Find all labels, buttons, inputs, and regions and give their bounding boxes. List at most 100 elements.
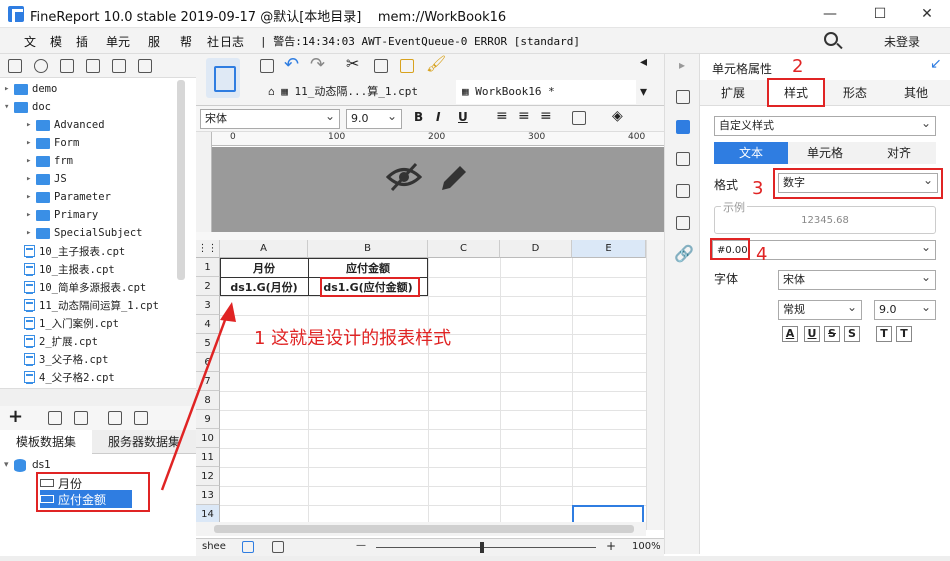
add-form-icon[interactable]	[272, 541, 284, 553]
grid-hscrollbar[interactable]	[196, 522, 646, 536]
column-header[interactable]: E	[572, 240, 646, 258]
row-header[interactable]: 1	[196, 258, 220, 277]
settings-icon[interactable]	[86, 59, 100, 73]
border-icon[interactable]	[572, 111, 586, 125]
panel-font-select[interactable]: 宋体	[778, 268, 936, 290]
tab-expand[interactable]: 扩展	[706, 80, 760, 106]
tab-workbook[interactable]: ▦ WorkBook16 *	[456, 80, 636, 104]
format-painter-icon[interactable]: 🖌	[426, 54, 446, 73]
bold-button[interactable]: B	[414, 110, 423, 124]
tree-folder[interactable]: ▸ Primary	[26, 206, 98, 224]
style-select[interactable]: 自定义样式	[714, 114, 936, 136]
copy-icon[interactable]	[138, 59, 152, 73]
maximize-button[interactable]: ☐	[865, 4, 895, 24]
refresh-icon[interactable]	[34, 59, 48, 73]
panel-font-size-select[interactable]: 9.0	[874, 298, 936, 320]
hyperlink-icon[interactable]: 🔗	[674, 244, 694, 263]
menu-file[interactable]: 文	[24, 33, 36, 50]
expand-icon[interactable]: ▸	[679, 58, 685, 72]
font-size-select[interactable]: 9.0	[346, 107, 402, 129]
widget-icon[interactable]	[676, 184, 690, 198]
shadow-button[interactable]: S	[844, 326, 860, 342]
copy-icon[interactable]	[374, 59, 388, 73]
redo-icon[interactable]: ↷	[310, 54, 325, 75]
tree-file[interactable]: 10_主子报表.cpt	[24, 242, 125, 260]
tree-file[interactable]: 11_动态隔间运算_1.cpt	[24, 296, 159, 314]
search-icon[interactable]	[824, 32, 838, 46]
zoom-out-button[interactable]: —	[356, 540, 366, 551]
subtab-cell[interactable]: 单元格	[788, 142, 862, 164]
underline-button[interactable]: U	[458, 110, 468, 124]
zoom-slider[interactable]	[376, 547, 596, 548]
tree-scrollbar[interactable]	[177, 80, 185, 280]
dock-icon[interactable]: ↙	[930, 56, 942, 72]
column-header[interactable]: B	[308, 240, 428, 258]
menu-help[interactable]: 帮	[180, 33, 192, 50]
align-right-icon[interactable]: ≡	[540, 108, 552, 124]
grid-scrollbar[interactable]	[646, 240, 664, 530]
hide-eye-icon[interactable]	[386, 162, 422, 192]
cell-a1[interactable]: 月份	[220, 260, 308, 276]
zoom-slider-handle[interactable]	[480, 542, 484, 553]
menu-log[interactable]: 日志	[220, 33, 244, 50]
save-icon[interactable]	[260, 59, 274, 73]
grid-icon[interactable]	[676, 90, 690, 104]
column-header[interactable]: A	[220, 240, 308, 258]
strikethrough-button[interactable]: S	[824, 326, 840, 342]
tree-folder[interactable]: ▾ doc	[4, 98, 51, 116]
delete-icon[interactable]	[112, 59, 126, 73]
row-header[interactable]: 2	[196, 277, 220, 296]
minimize-button[interactable]: —	[815, 4, 845, 24]
preview-icon[interactable]	[108, 411, 122, 425]
tree-file[interactable]: 10_主报表.cpt	[24, 260, 115, 278]
tree-folder[interactable]: ▸ Form	[26, 134, 79, 152]
cell-b1[interactable]: 应付金额	[308, 260, 428, 276]
tree-folder[interactable]: ▸ Parameter	[26, 188, 111, 206]
subtab-align[interactable]: 对齐	[862, 142, 936, 164]
tab-shape[interactable]: 形态	[828, 80, 882, 106]
edit-pencil-icon[interactable]	[436, 162, 470, 196]
align-center-icon[interactable]: ≡	[518, 108, 530, 124]
subscript-button[interactable]: T	[896, 326, 912, 342]
tree-folder[interactable]: ▸ frm	[26, 152, 73, 170]
menu-insert[interactable]: 插	[76, 33, 88, 50]
cell-attribute-icon[interactable]	[676, 120, 690, 134]
login-link[interactable]: 未登录	[884, 33, 920, 50]
menu-server[interactable]: 服	[148, 33, 160, 50]
cut-icon[interactable]: ✂	[346, 54, 359, 73]
spreadsheet-grid[interactable]: ⋮⋮ A B C D E 1 2 3 4 5 6 7 8 9 10 11 12 …	[196, 240, 646, 530]
template-icon[interactable]	[206, 58, 240, 98]
paste-icon[interactable]	[400, 59, 414, 73]
tab-template[interactable]: ⌂ ▦ 11_动态隔...算_1.cpt	[262, 80, 452, 104]
superscript-button[interactable]: T	[876, 326, 892, 342]
zoom-in-button[interactable]: +	[606, 539, 616, 553]
italic-button[interactable]: I	[436, 110, 440, 124]
condition-icon[interactable]	[676, 216, 690, 230]
font-style-select[interactable]: 常规	[778, 298, 862, 320]
align-left-icon[interactable]: ≡	[496, 108, 508, 124]
new-folder-icon[interactable]	[8, 59, 22, 73]
tree-folder[interactable]: ▸ demo	[4, 80, 57, 98]
column-header[interactable]: C	[428, 240, 500, 258]
tree-folder[interactable]: ▸ SpecialSubject	[26, 224, 143, 242]
font-select[interactable]: 宋体	[200, 107, 340, 129]
sheet-tab[interactable]: shee	[202, 541, 226, 552]
tree-file[interactable]: 2_扩展.cpt	[24, 332, 98, 350]
column-header[interactable]: D	[500, 240, 572, 258]
open-icon[interactable]	[60, 59, 74, 73]
menu-community[interactable]: 社	[207, 33, 219, 50]
float-element-icon[interactable]	[676, 152, 690, 166]
menu-cell[interactable]: 单元	[106, 33, 130, 50]
fill-color-icon[interactable]: ◈	[612, 108, 623, 124]
tree-file[interactable]: 1_入门案例.cpt	[24, 314, 119, 332]
subtab-text[interactable]: 文本	[714, 142, 788, 164]
tree-folder[interactable]: ▸ Advanced	[26, 116, 105, 134]
corner-cell[interactable]: ⋮⋮	[196, 240, 220, 258]
tab-other[interactable]: 其他	[888, 80, 944, 106]
data-icon[interactable]	[134, 411, 148, 425]
tab-template-dataset[interactable]: 模板数据集	[0, 430, 92, 454]
tree-folder[interactable]: ▸ JS	[26, 170, 67, 188]
menu-template[interactable]: 模	[50, 33, 62, 50]
undo-icon[interactable]: ↶	[284, 54, 299, 75]
add-sheet-icon[interactable]	[242, 541, 254, 553]
